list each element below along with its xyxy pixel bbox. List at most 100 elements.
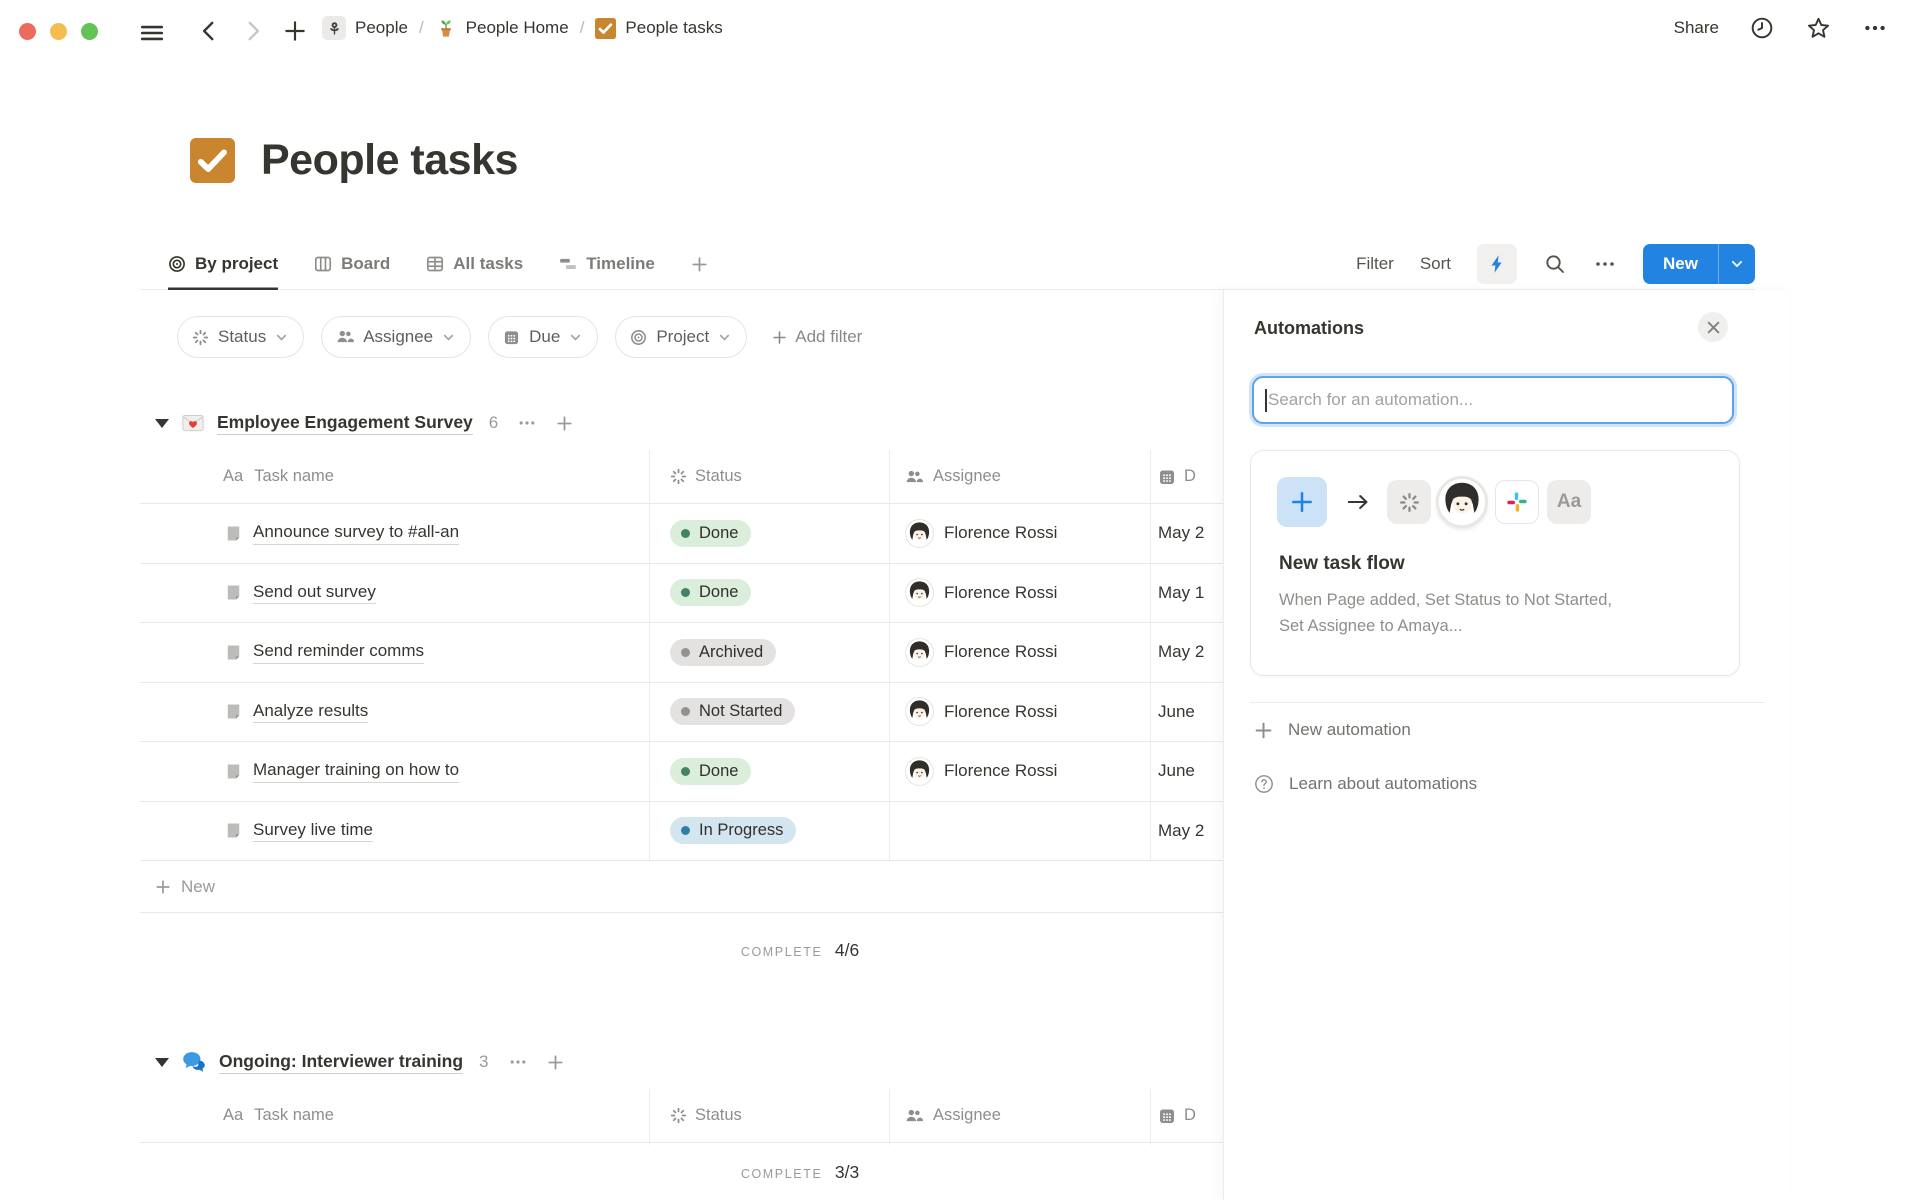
maximize-window-button[interactable] <box>81 23 98 40</box>
breadcrumb-people-home[interactable]: People Home <box>466 18 569 38</box>
avatar <box>905 638 934 667</box>
learn-about-automations-link[interactable]: Learn about automations <box>1254 774 1477 794</box>
text-caret <box>1265 389 1267 412</box>
new-tab-icon[interactable] <box>282 18 308 44</box>
status-cell[interactable]: Archived <box>650 623 890 682</box>
status-burst-icon <box>670 468 687 485</box>
chevron-down-icon <box>569 331 582 344</box>
chip-status[interactable]: Status <box>177 316 304 358</box>
task-name-link[interactable]: Send out survey <box>253 582 376 605</box>
group-title[interactable]: Ongoing: Interviewer training <box>219 1051 463 1074</box>
share-button[interactable]: Share <box>1674 18 1719 38</box>
automation-card-title: New task flow <box>1279 553 1405 575</box>
column-status[interactable]: Status <box>695 1106 742 1125</box>
collapse-triangle-icon[interactable] <box>155 1058 169 1067</box>
status-cell[interactable]: Done <box>650 564 890 623</box>
automation-search-input[interactable] <box>1252 376 1734 424</box>
due-cell[interactable]: May 2 <box>1151 802 1223 861</box>
table-row: Manager training on how to Done Florence… <box>140 742 1223 802</box>
assignee-cell[interactable]: Florence Rossi <box>890 564 1151 623</box>
column-assignee[interactable]: Assignee <box>933 1106 1001 1125</box>
due-cell[interactable]: May 1 <box>1151 564 1223 623</box>
assignee-cell[interactable]: Florence Rossi <box>890 742 1151 801</box>
status-cell[interactable]: In Progress <box>650 802 890 861</box>
add-filter-button[interactable]: Add filter <box>772 327 862 347</box>
assignee-cell[interactable]: Florence Rossi <box>890 623 1151 682</box>
back-icon[interactable] <box>196 18 222 44</box>
due-cell[interactable]: May 2 <box>1151 623 1223 682</box>
assignee-cell[interactable]: Florence Rossi <box>890 504 1151 563</box>
due-cell[interactable]: May 2 <box>1151 504 1223 563</box>
column-assignee[interactable]: Assignee <box>933 467 1001 486</box>
filter-button[interactable]: Filter <box>1356 254 1394 274</box>
sort-button[interactable]: Sort <box>1420 254 1451 274</box>
new-button-dropdown[interactable] <box>1718 244 1755 284</box>
table-row: Send reminder comms Archived Florence Ro… <box>140 623 1223 683</box>
column-status[interactable]: Status <box>695 467 742 486</box>
tab-by-project[interactable]: By project <box>168 238 278 290</box>
task-name-cell[interactable]: Manager training on how to <box>140 742 650 801</box>
task-name-cell[interactable]: Send reminder comms <box>140 623 650 682</box>
new-automation-button[interactable]: New automation <box>1254 720 1411 740</box>
tab-timeline[interactable]: Timeline <box>559 238 655 290</box>
lightning-icon[interactable] <box>1477 244 1517 284</box>
column-due[interactable]: D <box>1184 1106 1196 1125</box>
close-icon[interactable] <box>1698 312 1728 342</box>
page-title[interactable]: People tasks <box>261 136 518 185</box>
task-name-link[interactable]: Survey live time <box>253 820 373 843</box>
due-cell[interactable]: June <box>1151 742 1223 801</box>
new-task-row[interactable]: New <box>140 861 1223 913</box>
task-name-link[interactable]: Manager training on how to <box>253 760 459 783</box>
table-row: Survey live time In Progress May 2 <box>140 802 1223 862</box>
view-more-icon[interactable] <box>1593 252 1617 276</box>
close-window-button[interactable] <box>19 23 36 40</box>
plus-icon <box>1254 721 1273 740</box>
more-options-icon[interactable] <box>1862 15 1888 41</box>
automation-card[interactable]: Aa New task flow When Page added, Set St… <box>1250 450 1740 676</box>
minimize-window-button[interactable] <box>50 23 67 40</box>
add-view-icon[interactable] <box>691 256 708 273</box>
due-cell[interactable]: June <box>1151 683 1223 742</box>
calendar-icon <box>503 329 520 346</box>
task-name-link[interactable]: Send reminder comms <box>253 641 424 664</box>
clock-history-icon[interactable] <box>1749 15 1775 41</box>
tab-all-tasks[interactable]: All tasks <box>426 238 523 290</box>
breadcrumb-people-tasks[interactable]: People tasks <box>625 18 722 38</box>
chip-due[interactable]: Due <box>488 316 598 358</box>
table-header-row: Aa Task name Status Assignee D <box>140 1089 1223 1143</box>
collapse-triangle-icon[interactable] <box>155 419 169 428</box>
group-title[interactable]: Employee Engagement Survey <box>217 412 473 435</box>
avatar <box>1437 477 1487 527</box>
task-name-link[interactable]: Analyze results <box>253 701 368 724</box>
chip-assignee[interactable]: Assignee <box>321 316 471 358</box>
status-cell[interactable]: Not Started <box>650 683 890 742</box>
task-name-cell[interactable]: Analyze results <box>140 683 650 742</box>
task-name-cell[interactable]: Send out survey <box>140 564 650 623</box>
column-due[interactable]: D <box>1184 467 1196 486</box>
group-add-icon[interactable] <box>547 1054 564 1071</box>
traffic-lights <box>19 23 98 40</box>
column-task-name[interactable]: Task name <box>254 1106 334 1125</box>
forward-icon[interactable] <box>240 18 266 44</box>
group-more-icon[interactable] <box>508 1052 528 1072</box>
search-icon[interactable] <box>1543 252 1567 276</box>
task-name-cell[interactable]: Survey live time <box>140 802 650 861</box>
favorite-star-icon[interactable] <box>1805 15 1832 42</box>
chip-project[interactable]: Project <box>615 316 747 358</box>
column-task-name[interactable]: Task name <box>254 467 334 486</box>
calendar-icon <box>1158 1107 1176 1125</box>
task-name-cell[interactable]: Announce survey to #all-an <box>140 504 650 563</box>
table-area: Employee Engagement Survey 6 Aa Task nam… <box>140 396 1223 1200</box>
assignee-cell[interactable]: Florence Rossi <box>890 683 1151 742</box>
breadcrumb-people[interactable]: People <box>355 18 408 38</box>
status-cell[interactable]: Done <box>650 742 890 801</box>
task-name-link[interactable]: Announce survey to #all-an <box>253 522 459 545</box>
new-button[interactable]: New <box>1643 244 1755 284</box>
tab-board[interactable]: Board <box>314 238 390 290</box>
sidebar-toggle-icon[interactable] <box>139 20 165 46</box>
assignee-cell[interactable] <box>890 802 1151 861</box>
status-cell[interactable]: Done <box>650 504 890 563</box>
page-icon-checkbox[interactable] <box>190 138 235 183</box>
group-add-icon[interactable] <box>556 415 573 432</box>
group-more-icon[interactable] <box>517 413 537 433</box>
